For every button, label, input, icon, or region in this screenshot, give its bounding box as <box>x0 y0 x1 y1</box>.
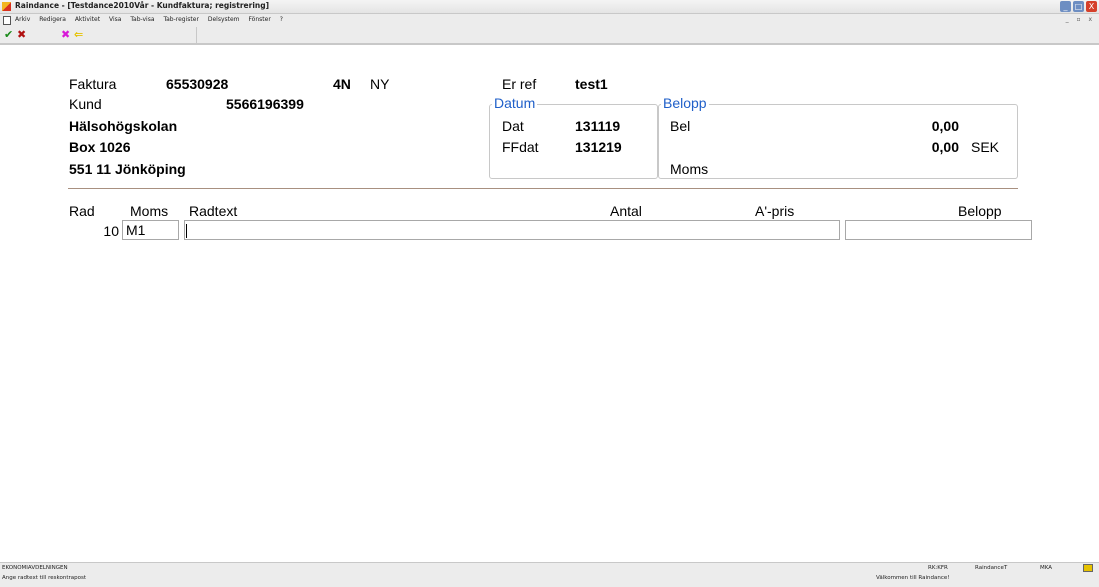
menu-delsystem[interactable]: Delsystem <box>208 16 240 23</box>
document-icon[interactable] <box>3 16 11 25</box>
postal-line: 551 11 Jönköping <box>69 161 186 177</box>
bel-label: Bel <box>670 118 691 134</box>
menu-bar: Arkiv Redigera Aktivitet Visa Tab-visa T… <box>0 14 1099 27</box>
menu-tab-register[interactable]: Tab-register <box>163 16 198 23</box>
status-system: RaindanceT <box>975 565 1008 571</box>
toolbar-separator <box>196 27 197 43</box>
invoice-code: 4N <box>333 76 351 92</box>
message-icon[interactable] <box>1083 564 1093 572</box>
status-department: EKONOMIAVDELNINGEN <box>2 565 68 571</box>
close-button[interactable]: X <box>1086 1 1097 12</box>
status-bar: EKONOMIAVDELNINGEN Ange radtext till res… <box>0 562 1099 587</box>
ffdat-value: 131219 <box>575 139 622 155</box>
kund-label: Kund <box>69 96 102 112</box>
menu-tab-visa[interactable]: Tab-visa <box>130 16 154 23</box>
mdi-window-controls[interactable]: _ ▫ x <box>1066 16 1095 23</box>
dat-value: 131119 <box>575 118 621 134</box>
window-title: Raindance - [Testdance2010Vår - Kundfakt… <box>15 1 270 10</box>
header-moms: Moms <box>130 203 169 219</box>
faktura-number: 65530928 <box>166 76 229 92</box>
text-caret <box>186 224 187 238</box>
status-hint: Ange radtext till reskontrapost <box>2 575 86 581</box>
title-bar: Raindance - [Testdance2010Vår - Kundfakt… <box>0 0 1099 14</box>
belopp-group-title: Belopp <box>661 95 709 111</box>
row-moms-input[interactable]: M1 <box>122 220 179 240</box>
section-divider <box>68 188 1018 189</box>
confirm-check-icon[interactable]: ✔ <box>4 28 13 41</box>
row-belopp-input[interactable] <box>845 220 1032 240</box>
header-apris: A'-pris <box>755 203 795 219</box>
row-radtext-input[interactable] <box>184 220 840 240</box>
cancel-x-icon[interactable]: ✖ <box>17 28 26 41</box>
raindance-app-icon <box>2 2 11 11</box>
menu-help[interactable]: ? <box>280 16 283 23</box>
customer-name: Hälsohögskolan <box>69 118 178 134</box>
er-ref-value: test1 <box>575 76 608 92</box>
delete-row-icon[interactable]: ✖ <box>61 28 70 41</box>
moms-total-label: Moms <box>670 161 709 177</box>
menu-redigera[interactable]: Redigera <box>39 16 66 23</box>
er-ref-label: Er ref <box>502 76 537 92</box>
datum-group-title: Datum <box>492 95 538 111</box>
header-belopp: Belopp <box>958 203 1002 219</box>
menu-visa[interactable]: Visa <box>109 16 121 23</box>
header-rad: Rad <box>69 203 95 219</box>
invoice-status: NY <box>370 76 390 92</box>
bel-value: 0,00 <box>931 118 959 134</box>
back-arrow-icon[interactable]: ⇐ <box>74 28 83 41</box>
ffdat-label: FFdat <box>502 139 539 155</box>
currency-label: SEK <box>971 139 1000 155</box>
kund-number: 5566196399 <box>226 96 304 112</box>
faktura-label: Faktura <box>69 76 117 92</box>
toolbar: ✔ ✖ ✖ ⇐ <box>0 27 1099 45</box>
address-line: Box 1026 <box>69 139 131 155</box>
dat-label: Dat <box>502 118 524 134</box>
minimize-button[interactable]: _ <box>1060 1 1071 12</box>
row-rad-number: 10 <box>103 223 119 239</box>
menu-arkiv[interactable]: Arkiv <box>15 16 30 23</box>
header-antal: Antal <box>610 203 642 219</box>
maximize-button[interactable]: □ <box>1073 1 1084 12</box>
status-rk: RK:KFR <box>928 565 948 571</box>
menu-fonster[interactable]: Fönster <box>248 16 270 23</box>
belopp-group <box>658 104 1018 179</box>
header-radtext: Radtext <box>189 203 238 219</box>
status-welcome: Välkommen till Raindance! <box>876 575 950 581</box>
menu-aktivitet[interactable]: Aktivitet <box>75 16 100 23</box>
total-value: 0,00 <box>931 139 959 155</box>
status-user: MKA <box>1040 565 1053 571</box>
